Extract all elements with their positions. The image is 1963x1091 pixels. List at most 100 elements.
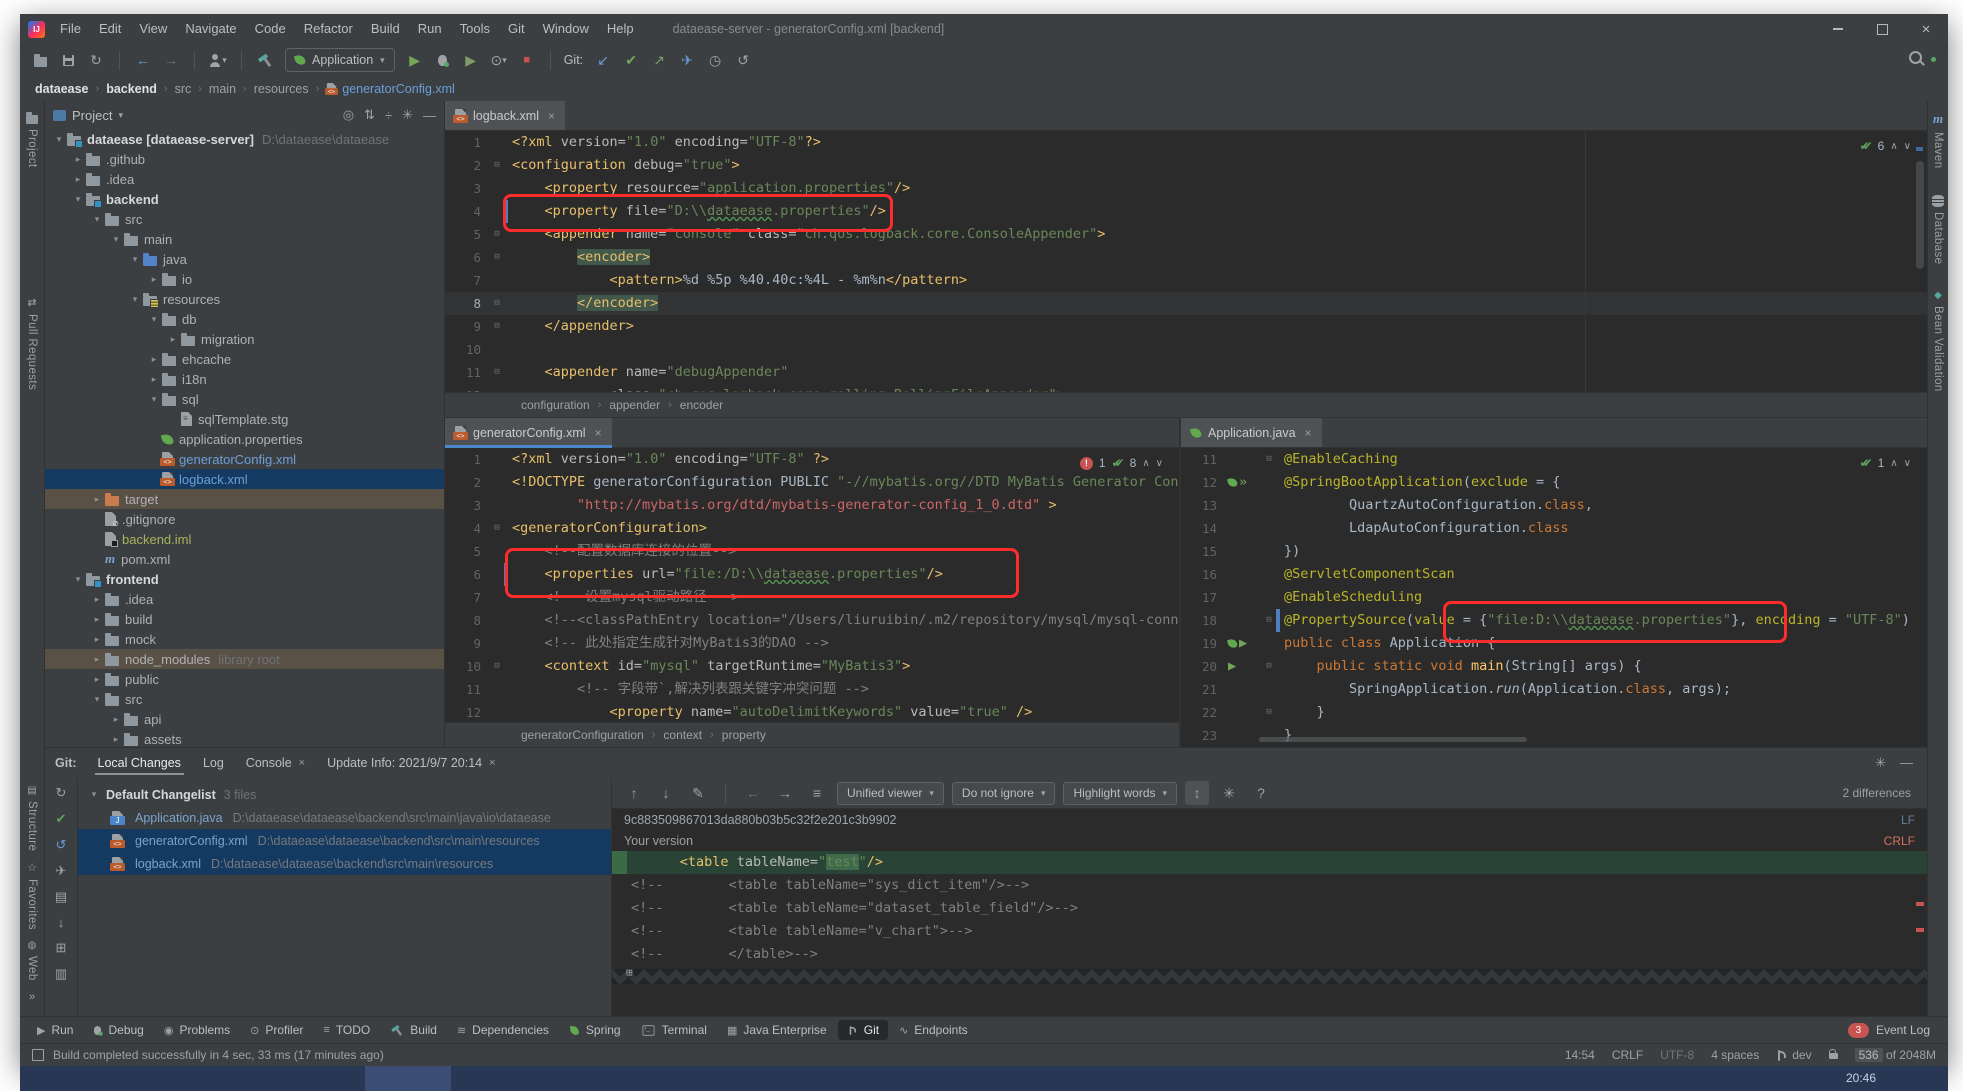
tree-collapse-icon[interactable]: ▾ bbox=[108, 234, 124, 245]
update-project-icon[interactable]: ↙ bbox=[591, 48, 615, 72]
fold-icon[interactable]: ⊟ bbox=[490, 246, 504, 269]
sidebar-tab-maven[interactable]: m Maven bbox=[1932, 111, 1944, 169]
maximize-button[interactable] bbox=[1860, 14, 1904, 44]
debug-icon[interactable] bbox=[431, 48, 455, 72]
sidebar-tab-project[interactable]: Project bbox=[26, 107, 38, 173]
inspections-widget[interactable]: ! 1 ✔✔ 8 ∧ ∨ bbox=[1079, 452, 1163, 475]
menu-edit[interactable]: Edit bbox=[90, 14, 130, 44]
toolwindow-button-profiler[interactable]: ⊙ Profiler bbox=[241, 1020, 312, 1040]
tree-collapse-icon[interactable]: ▾ bbox=[89, 214, 105, 225]
menu-navigate[interactable]: Navigate bbox=[176, 14, 245, 44]
refresh-icon[interactable]: ↻ bbox=[56, 785, 67, 801]
minimize-button[interactable] bbox=[1816, 14, 1860, 44]
tree-expand-icon[interactable]: ▸ bbox=[89, 654, 105, 665]
tree-row[interactable]: ▾ sql bbox=[45, 389, 444, 409]
fold-icon[interactable]: ⊟ bbox=[490, 315, 504, 338]
tree-row[interactable]: ▸ api bbox=[45, 709, 444, 729]
fold-icon[interactable]: ⊟ bbox=[490, 655, 504, 678]
breadcrumb-item[interactable]: src bbox=[175, 82, 192, 96]
collapse-unchanged-icon[interactable]: ↕ bbox=[1185, 781, 1210, 805]
push-icon[interactable]: ↗ bbox=[647, 48, 671, 72]
fold-icon[interactable]: ⊟ bbox=[490, 223, 504, 246]
tree-row[interactable]: ▾ resources bbox=[45, 289, 444, 309]
tree-collapse-icon[interactable]: ▾ bbox=[51, 134, 67, 145]
encoding-indicator[interactable]: UTF-8 bbox=[1660, 1048, 1694, 1062]
sidebar-tab-bean-validation[interactable]: ◆ Bean Validation bbox=[1932, 290, 1944, 392]
more-tool-windows-icon[interactable]: » bbox=[29, 986, 35, 1008]
application-editor[interactable]: ✔✔ 1 ∧ ∨ 11 ⊟ @EnableCaching 12» @SpringBoot… bbox=[1181, 448, 1927, 747]
toolwindow-button-deps[interactable]: ≋ Dependencies bbox=[448, 1020, 558, 1040]
fold-icon[interactable]: ⊟ bbox=[490, 154, 504, 177]
preview-diff-icon[interactable]: ▥ bbox=[55, 966, 67, 982]
event-log-button[interactable]: 3 Event Log bbox=[1847, 1022, 1940, 1038]
next-problem-icon[interactable]: ∨ bbox=[1156, 452, 1163, 475]
changed-file-row[interactable]: generatorConfig.xml D:\dataease\dataease\… bbox=[78, 829, 611, 852]
memory-indicator[interactable]: 536 of 2048M bbox=[1854, 1048, 1936, 1062]
history-icon[interactable]: ◷ bbox=[703, 48, 727, 72]
tree-expand-icon[interactable]: ▸ bbox=[70, 174, 86, 185]
spring-bean-icon[interactable] bbox=[1226, 476, 1239, 489]
run-icon[interactable]: ▶ bbox=[403, 48, 427, 72]
close-icon[interactable]: × bbox=[1305, 426, 1312, 440]
fold-icon[interactable]: ⊟ bbox=[1262, 448, 1276, 471]
menu-view[interactable]: View bbox=[130, 14, 176, 44]
menu-refactor[interactable]: Refactor bbox=[295, 14, 362, 44]
tab-update-info[interactable]: Update Info: 2021/9/7 20:14 × bbox=[316, 748, 506, 778]
tree-expand-icon[interactable]: ▸ bbox=[146, 374, 162, 385]
tree-row[interactable]: ▸ target bbox=[45, 489, 444, 509]
help-icon[interactable]: ? bbox=[1249, 781, 1273, 805]
back-icon[interactable]: ← bbox=[131, 48, 155, 72]
chevron-down-icon[interactable]: ▾ bbox=[118, 110, 123, 121]
close-icon[interactable]: × bbox=[489, 757, 495, 769]
fold-icon[interactable]: ⊟ bbox=[1262, 701, 1276, 724]
fold-icon[interactable]: ⊟ bbox=[490, 517, 504, 540]
tree-row[interactable]: ▸ build bbox=[45, 609, 444, 629]
shelve-icon[interactable]: ✈ bbox=[56, 863, 67, 879]
tree-collapse-icon[interactable]: ▾ bbox=[70, 574, 86, 585]
tree-collapse-icon[interactable]: ▾ bbox=[146, 314, 162, 325]
viewer-type-select[interactable]: Unified viewer ▾ bbox=[837, 781, 944, 805]
tree-expand-icon[interactable]: ▸ bbox=[146, 274, 162, 285]
diff-code[interactable]: <table tableName="test"/> <!-- <table tab… bbox=[612, 851, 1927, 1016]
tree-row[interactable]: ▾ java bbox=[45, 249, 444, 269]
toolwindow-button-todo[interactable]: ≡ TODO bbox=[314, 1020, 379, 1040]
tree-row[interactable]: .gitignore bbox=[45, 509, 444, 529]
breadcrumb-item[interactable]: appender bbox=[609, 398, 660, 412]
whitespace-select[interactable]: Do not ignore ▾ bbox=[951, 781, 1056, 805]
breadcrumb-item[interactable]: backend bbox=[106, 82, 157, 96]
compare-mode-icon[interactable]: ≡ bbox=[805, 781, 829, 805]
prev-problem-icon[interactable]: ∧ bbox=[1890, 135, 1897, 158]
tree-row[interactable]: ▸ mock bbox=[45, 629, 444, 649]
tree-expand-icon[interactable]: ▸ bbox=[165, 334, 181, 345]
toolwindow-button-debug[interactable]: Debug bbox=[84, 1020, 152, 1040]
breadcrumb-item[interactable]: resources bbox=[254, 82, 309, 96]
run-configuration-select[interactable]: Application ▾ bbox=[285, 48, 395, 72]
fold-icon[interactable]: ⊟ bbox=[490, 361, 504, 384]
horizontal-scrollbar[interactable] bbox=[1259, 737, 1527, 742]
tab-generator-config[interactable]: generatorConfig.xml × bbox=[445, 418, 612, 448]
tree-row[interactable]: ▸ i18n bbox=[45, 369, 444, 389]
breadcrumb-item[interactable]: main bbox=[209, 82, 236, 96]
jump-to-source-icon[interactable]: ✎ bbox=[686, 781, 710, 805]
show-diff-icon[interactable]: ▤ bbox=[55, 889, 67, 905]
menu-git[interactable]: Git bbox=[499, 14, 534, 44]
tree-collapse-icon[interactable]: ▾ bbox=[127, 294, 143, 305]
tree-expand-icon[interactable]: ▸ bbox=[89, 614, 105, 625]
menu-file[interactable]: File bbox=[51, 14, 90, 44]
changed-file-row[interactable]: logback.xml D:\dataease\dataease\backend\… bbox=[78, 852, 611, 875]
tab-application-java[interactable]: Application.java × bbox=[1181, 418, 1322, 447]
tree-expand-icon[interactable]: ▸ bbox=[89, 674, 105, 685]
collapse-all-icon[interactable]: ÷ bbox=[385, 108, 392, 123]
tree-row[interactable]: ▾ db bbox=[45, 309, 444, 329]
stop-icon[interactable]: ■ bbox=[515, 48, 539, 72]
menu-build[interactable]: Build bbox=[362, 14, 409, 44]
menu-code[interactable]: Code bbox=[246, 14, 295, 44]
tree-expand-icon[interactable]: ▸ bbox=[89, 594, 105, 605]
tree-row[interactable]: ▸ io bbox=[45, 269, 444, 289]
rollback-icon[interactable]: ↺ bbox=[731, 48, 755, 72]
tab-console[interactable]: Console × bbox=[235, 748, 316, 778]
build-hammer-icon[interactable] bbox=[253, 48, 277, 72]
toolwindow-button-problems[interactable]: ◉ Problems bbox=[155, 1020, 239, 1040]
forward-icon[interactable]: → bbox=[159, 48, 183, 72]
tree-row[interactable]: generatorConfig.xml bbox=[45, 449, 444, 469]
